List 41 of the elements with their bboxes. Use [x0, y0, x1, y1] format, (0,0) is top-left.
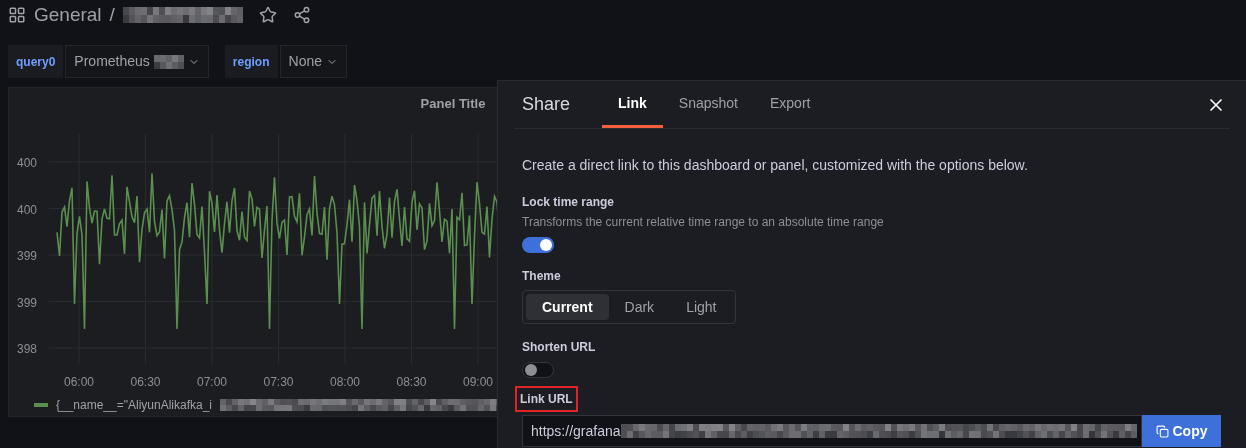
- theme-option[interactable]: Current: [526, 294, 609, 320]
- y-axis-label: 398: [17, 342, 38, 356]
- y-axis-label: 399: [17, 295, 38, 310]
- x-axis-label: 07:30: [263, 375, 294, 389]
- x-axis-label: 08:00: [330, 375, 360, 389]
- breadcrumb-separator: /: [109, 2, 115, 27]
- share-icon[interactable]: [292, 6, 311, 24]
- toggle-switch[interactable]: [522, 362, 554, 378]
- x-axis-label: 06:30: [130, 375, 161, 389]
- variable-label: region: [224, 45, 278, 78]
- link-url-label: Link URL: [515, 386, 578, 412]
- y-axis-label: 400: [17, 156, 38, 170]
- y-axis-label: 400: [17, 202, 38, 217]
- star-icon[interactable]: [258, 6, 277, 24]
- toggle-switch[interactable]: [522, 237, 554, 253]
- theme-option[interactable]: Light: [670, 294, 733, 320]
- legend-text[interactable]: {__name__="AliyunAlikafka_i: [56, 396, 213, 414]
- dashboard-grid-icon[interactable]: [8, 6, 26, 24]
- x-axis-label: 06:00: [64, 375, 94, 389]
- share-tab[interactable]: Export: [754, 81, 827, 128]
- variable-dropdown[interactable]: None: [279, 45, 347, 78]
- variable-label: query0: [8, 45, 64, 78]
- variable-dropdown[interactable]: Prometheus: [65, 45, 209, 78]
- copy-button[interactable]: Copy: [1142, 415, 1221, 447]
- option-label: Lock time range: [522, 194, 616, 211]
- share-tab[interactable]: Snapshot: [662, 81, 754, 128]
- drawer-title: Share: [522, 93, 571, 116]
- copy-icon: [1155, 424, 1169, 438]
- share-description: Create a direct link to this dashboard or panel, customized with the options below.: [522, 156, 1029, 175]
- option-label: Shorten URL: [522, 339, 597, 356]
- link-url-field[interactable]: https://grafana: [522, 415, 1142, 447]
- x-axis-label: 08:30: [396, 375, 427, 389]
- y-axis-label: 399: [17, 249, 38, 263]
- theme-option[interactable]: Dark: [608, 294, 671, 320]
- x-axis-label: 09:00: [463, 375, 493, 389]
- share-tab[interactable]: Link: [602, 81, 663, 128]
- panel-title[interactable]: Panel Title: [420, 94, 486, 114]
- folder-name[interactable]: General: [34, 0, 102, 30]
- x-axis-label: 07:00: [197, 375, 227, 389]
- option-label: Theme: [522, 268, 561, 285]
- option-description: Transforms the current relative time range to an absolute time range: [522, 214, 885, 231]
